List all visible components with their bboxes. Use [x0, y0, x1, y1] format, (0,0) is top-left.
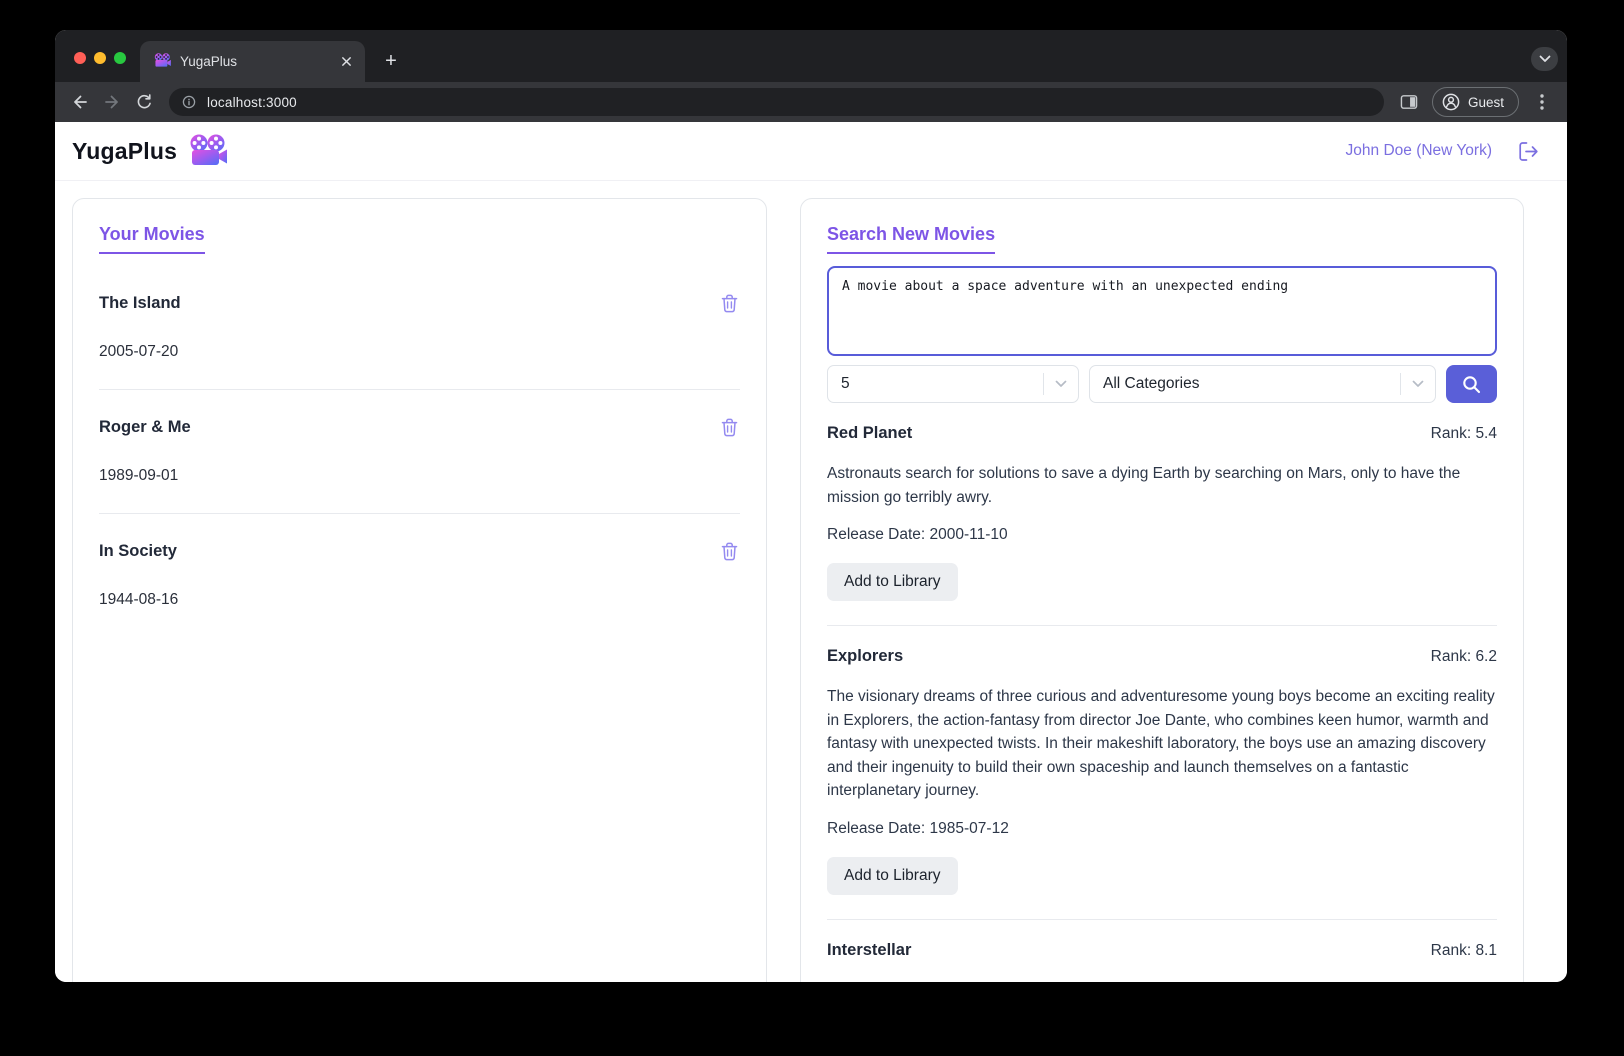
search-controls: 5 All Categories	[827, 365, 1497, 403]
side-panel-icon[interactable]	[1394, 87, 1424, 117]
url-text: localhost:3000	[207, 94, 297, 110]
result-title: Explorers	[827, 647, 904, 665]
movie-release-date: 2005-07-20	[99, 343, 179, 360]
page: YugaPlus John Doe (New York) Your Movies…	[55, 122, 1567, 982]
delete-movie-button[interactable]	[719, 416, 740, 439]
search-query-input[interactable]: A movie about a space adventure with an …	[827, 266, 1497, 356]
add-to-library-button[interactable]: Add to Library	[827, 856, 958, 895]
tab-favicon-icon	[154, 52, 171, 71]
result-rank: Rank: 6.2	[1430, 648, 1497, 665]
logout-button[interactable]	[1518, 141, 1541, 162]
result-description: The visionary dreams of three curious an…	[827, 688, 1495, 799]
result-rank: Rank: 8.1	[1430, 941, 1497, 959]
list-item: In Society 1944-08-16	[99, 514, 740, 637]
tab-strip: YugaPlus +	[55, 30, 1567, 82]
app-title: YugaPlus	[72, 137, 178, 164]
trash-icon	[721, 542, 738, 561]
trash-icon	[721, 418, 738, 437]
search-result: Explorers Rank: 6.2 The visionary dreams…	[827, 626, 1497, 920]
reload-button[interactable]	[129, 87, 159, 117]
chevron-down-icon	[1401, 380, 1435, 388]
main-content: Your Movies The Island 2005-07-20 Roger …	[55, 180, 1567, 982]
profile-label: Guest	[1467, 94, 1504, 110]
result-title: Interstellar	[827, 940, 912, 959]
guest-avatar-icon	[1442, 93, 1460, 111]
tab-search-button[interactable]	[1531, 47, 1558, 71]
add-to-library-button[interactable]: Add to Library	[827, 563, 958, 601]
browser-window: YugaPlus + localhost:3000 Guest YugaPlus…	[55, 30, 1567, 982]
category-select[interactable]: All Categories	[1089, 365, 1436, 403]
search-icon	[1463, 375, 1481, 393]
browser-menu-button[interactable]	[1527, 87, 1557, 117]
tab-title: YugaPlus	[180, 54, 238, 69]
movie-camera-icon	[189, 134, 228, 168]
result-release-date: Release Date: 1985-07-12	[827, 819, 1009, 837]
result-title: Red Planet	[827, 424, 913, 442]
window-controls	[74, 52, 126, 64]
trash-icon	[721, 294, 738, 313]
search-button[interactable]	[1446, 365, 1497, 403]
movie-release-date: 1989-09-01	[99, 467, 179, 484]
movie-title: In Society	[99, 542, 177, 560]
search-title: Search New Movies	[827, 224, 996, 254]
category-value: All Categories	[1103, 375, 1200, 392]
your-movies-title: Your Movies	[99, 224, 205, 254]
new-tab-button[interactable]: +	[377, 47, 405, 75]
site-info-icon[interactable]	[177, 90, 201, 114]
list-item: Roger & Me 1989-09-01	[99, 390, 740, 514]
delete-movie-button[interactable]	[719, 540, 740, 563]
browser-toolbar: localhost:3000 Guest	[55, 82, 1567, 122]
chevron-down-icon	[1539, 55, 1550, 62]
search-result: Red Planet Rank: 5.4 Astronauts search f…	[827, 403, 1497, 626]
your-movies-panel: Your Movies The Island 2005-07-20 Roger …	[72, 198, 767, 982]
forward-button[interactable]	[97, 87, 127, 117]
tab-close-icon[interactable]	[337, 53, 355, 71]
movie-title: Roger & Me	[99, 418, 191, 436]
app-header: YugaPlus John Doe (New York)	[55, 122, 1567, 180]
chevron-down-icon	[1044, 380, 1078, 388]
movie-title: The Island	[99, 294, 181, 312]
address-bar[interactable]: localhost:3000	[169, 88, 1384, 116]
result-rank: Rank: 5.4	[1430, 425, 1497, 442]
logout-icon	[1519, 141, 1538, 161]
search-panel: Search New Movies A movie about a space …	[800, 198, 1524, 982]
result-release-date: Release Date: 2000-11-10	[827, 526, 1008, 543]
movie-release-date: 1944-08-16	[99, 591, 179, 608]
window-close-button[interactable]	[74, 52, 86, 64]
window-zoom-button[interactable]	[114, 52, 126, 64]
kebab-menu-icon	[1540, 94, 1544, 110]
result-limit-value: 5	[841, 375, 850, 392]
result-limit-select[interactable]: 5	[827, 365, 1079, 403]
user-account-link[interactable]: John Doe (New York)	[1346, 142, 1492, 160]
search-result: Interstellar Rank: 8.1	[827, 920, 1497, 983]
profile-button[interactable]: Guest	[1431, 87, 1519, 117]
delete-movie-button[interactable]	[719, 292, 740, 315]
browser-tab[interactable]: YugaPlus	[140, 41, 365, 82]
window-minimize-button[interactable]	[94, 52, 106, 64]
back-button[interactable]	[65, 87, 95, 117]
list-item: The Island 2005-07-20	[99, 266, 740, 390]
result-description: Astronauts search for solutions to save …	[827, 465, 1461, 506]
